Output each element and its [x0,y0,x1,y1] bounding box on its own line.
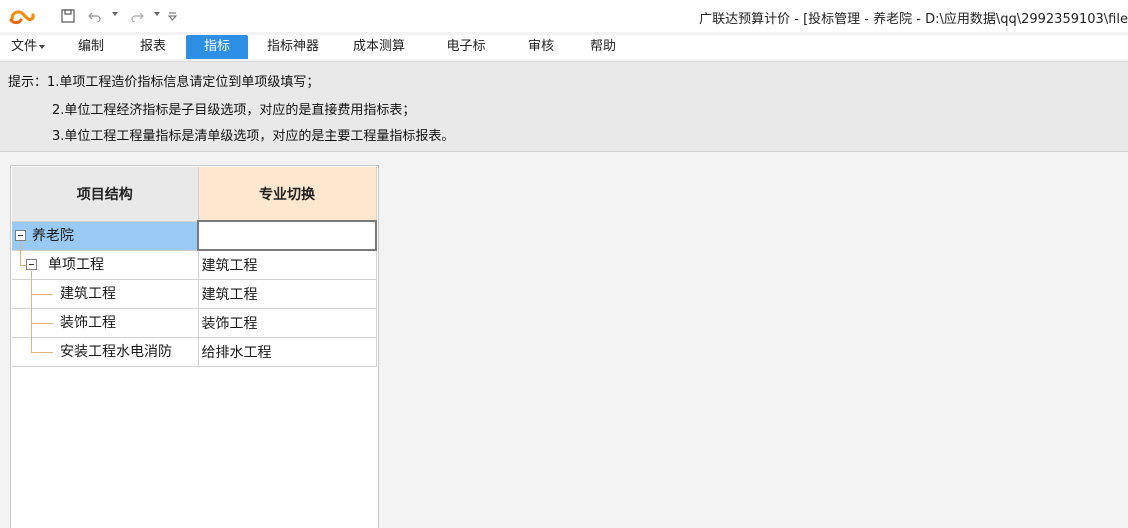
tree-node-label: 建筑工程 [60,285,116,302]
table-row[interactable]: 安装工程水电消防 给排水工程 [12,337,377,367]
tip-line-2: 2.单位工程经济指标是子目级选项，对应的是直接费用指标表； [52,103,416,118]
tip-text-1: 1.单项工程造价指标信息请定位到单项级填写； [47,75,320,90]
major-cell[interactable]: 建筑工程 [198,279,377,309]
tree-cell[interactable]: 建筑工程 [12,279,199,309]
menu-index[interactable]: 指标 [186,35,248,59]
undo-dropdown-icon[interactable] [111,10,119,18]
menu-index-tool[interactable]: 指标神器 [258,35,328,59]
table-row[interactable]: 单项工程 建筑工程 [12,250,377,280]
window-title: 广联达预算计价 - [投标管理 - 养老院 - D:\应用数据\qq\29923… [699,12,1128,27]
major-cell[interactable] [197,220,377,251]
tree-cell[interactable]: 安装工程水电消防 [12,337,199,367]
menu-help[interactable]: 帮助 [580,35,626,59]
tree-node-label: 养老院 [32,227,74,244]
tip-prefix: 提示： [8,75,48,90]
tree-connector [31,351,53,353]
table-row[interactable]: 养老院 [12,220,377,251]
tree-cell[interactable]: 单项工程 [12,250,199,280]
tree-cell[interactable]: 养老院 [12,221,199,251]
tip-line-3: 3.单位工程工程量指标是清单级选项，对应的是主要工程量指标报表。 [52,129,455,144]
save-icon[interactable] [58,6,78,26]
menu-file-label: 文件 [10,39,37,54]
tree-node-label: 装饰工程 [60,314,116,331]
menu-bar: 文件 编制 报表 指标 指标神器 成本测算 电子标 审核 帮助 [0,35,1128,59]
tree-connector [31,322,53,324]
tip-panel: 提示：1.单项工程造价指标信息请定位到单项级填写； 2.单位工程经济指标是子目级… [0,61,1128,152]
menu-cost-estimate[interactable]: 成本测算 [344,35,414,59]
major-cell[interactable]: 给排水工程 [198,337,377,367]
table-row[interactable]: 装饰工程 装饰工程 [12,308,377,338]
main-area: 项目结构 专业切换 养老院 单项工程 建筑工程 建筑工程 建筑工程 装饰工程 装… [0,153,1128,528]
table-row[interactable]: 建筑工程 建筑工程 [12,279,377,309]
major-cell[interactable]: 装饰工程 [198,308,377,338]
customize-icon[interactable] [166,6,178,26]
project-structure-grid: 项目结构 专业切换 养老院 单项工程 建筑工程 建筑工程 建筑工程 装饰工程 装… [12,167,377,367]
major-cell[interactable]: 建筑工程 [198,250,377,280]
tree-connector [31,337,32,352]
glodon-logo-icon [9,10,35,25]
title-bar: 广联达预算计价 - [投标管理 - 养老院 - D:\应用数据\qq\29923… [0,0,1128,32]
header-major-switch[interactable]: 专业切换 [198,167,377,222]
menu-file[interactable]: 文件 [8,35,48,59]
collapse-icon[interactable] [26,258,37,270]
tree-node-label: 安装工程水电消防 [60,343,172,360]
menu-e-bid[interactable]: 电子标 [436,35,496,59]
tree-cell[interactable]: 装饰工程 [12,308,199,338]
chevron-down-icon [39,44,45,49]
menu-audit[interactable]: 审核 [518,35,564,59]
collapse-icon[interactable] [15,229,26,241]
tip-line-1: 提示：1.单项工程造价指标信息请定位到单项级填写； [8,71,319,90]
header-project-structure[interactable]: 项目结构 [12,167,199,222]
redo-icon[interactable] [128,6,146,26]
structure-panel: 项目结构 专业切换 养老院 单项工程 建筑工程 建筑工程 建筑工程 装饰工程 装… [10,165,379,528]
tree-node-label: 单项工程 [48,256,104,273]
tree-connector [31,293,53,295]
redo-dropdown-icon[interactable] [153,10,161,18]
menu-edit[interactable]: 编制 [68,35,114,59]
grid-header-row: 项目结构 专业切换 [12,167,377,222]
tree-connector [20,250,21,265]
menu-report[interactable]: 报表 [130,35,176,59]
undo-icon[interactable] [86,6,104,26]
